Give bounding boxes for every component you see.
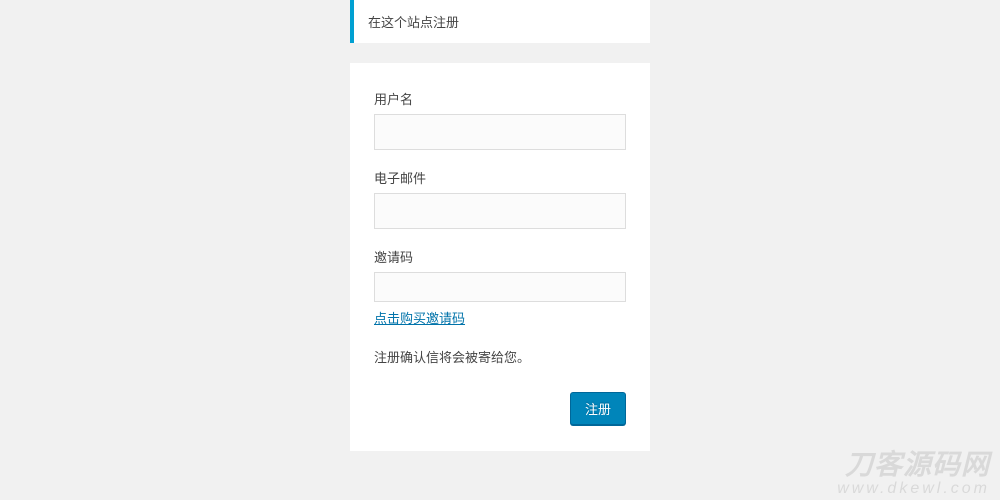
username-label: 用户名: [374, 89, 626, 108]
confirmation-text: 注册确认信将会被寄给您。: [374, 347, 626, 366]
register-form: 用户名 电子邮件 邀请码 点击购买邀请码 注册确认信将会被寄给您。 注册: [350, 63, 650, 451]
watermark-url: www.dkewl.com: [837, 479, 990, 498]
watermark-title: 刀客源码网: [837, 451, 990, 479]
buy-invite-link[interactable]: 点击购买邀请码: [374, 308, 465, 327]
username-input[interactable]: [374, 114, 626, 150]
submit-row: 注册: [374, 392, 626, 425]
watermark: 刀客源码网 www.dkewl.com: [837, 451, 990, 498]
register-notice: 在这个站点注册: [350, 0, 650, 43]
email-input[interactable]: [374, 193, 626, 229]
invite-code-input[interactable]: [374, 272, 626, 302]
email-label: 电子邮件: [374, 168, 626, 187]
invite-label: 邀请码: [374, 247, 626, 266]
register-notice-text: 在这个站点注册: [368, 15, 459, 30]
register-button[interactable]: 注册: [570, 392, 626, 425]
